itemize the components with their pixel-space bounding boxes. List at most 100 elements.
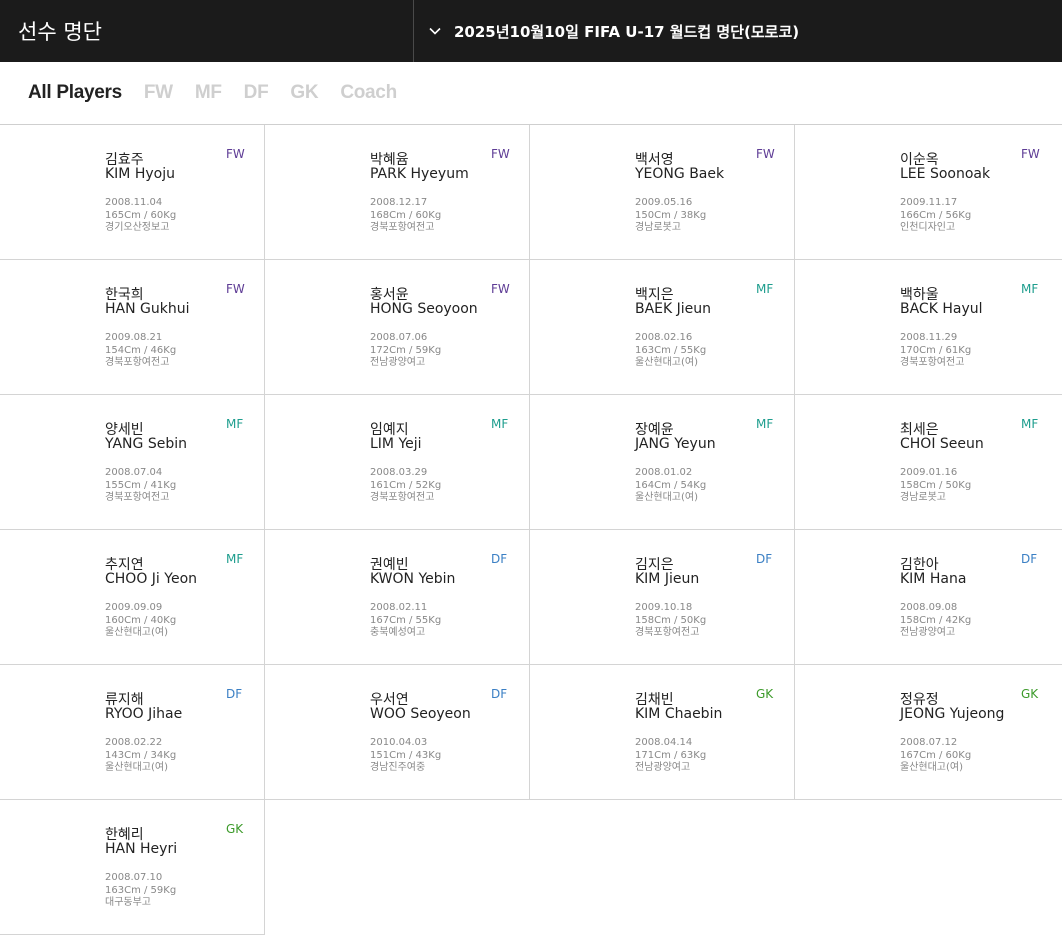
player-position-badge: DF [756,552,773,566]
player-birthdate: 2008.07.06 [370,332,428,343]
position-filter-tabs: All Players FW MF DF GK Coach [0,62,1062,125]
player-card[interactable]: 백하울 BACK Hayul MF 2008.11.29 170Cm / 61Kg 경북포… [795,260,1062,395]
player-height-weight: 161Cm / 52Kg [370,479,442,491]
page-title: 선수 명단 [0,0,414,62]
player-team: 경남로봇고 [635,222,681,233]
player-birthdate: 2008.12.17 [370,197,428,208]
player-english-name: JEONG Yujeong [900,706,1005,722]
player-position-badge: MF [1021,417,1039,431]
player-card[interactable]: 김채빈 KIM Chaebin GK 2008.04.14 171Cm / 63Kg 전남… [530,665,795,800]
player-position-badge: FW [491,147,510,161]
player-birthdate: 2009.09.09 [105,602,163,613]
player-team: 인천디자인고 [900,222,956,233]
player-english-name: KWON Yebin [370,571,456,587]
player-birthdate: 2008.07.04 [105,467,163,478]
player-meta: 2008.07.12 167Cm / 60Kg 울산현대고(여) [900,737,971,775]
player-birthdate: 2009.01.16 [900,467,958,478]
player-team: 경남진주여중 [370,762,426,773]
player-height-weight: 163Cm / 55Kg [635,344,707,356]
player-card[interactable]: 박혜윰 PARK Hyeyum FW 2008.12.17 168Cm / 60Kg 경북… [265,125,530,260]
player-card[interactable]: 백지은 BAEK Jieun MF 2008.02.16 163Cm / 55Kg 울산현… [530,260,795,395]
player-english-name: RYOO Jihae [105,706,183,722]
player-english-name: KIM Hyoju [105,166,175,182]
player-team: 경북포항여전고 [900,357,965,368]
player-birthdate: 2009.10.18 [635,602,693,613]
player-meta: 2010.04.03 151Cm / 43Kg 경남진주여중 [370,737,441,775]
player-height-weight: 151Cm / 43Kg [370,749,442,761]
player-birthdate: 2008.07.12 [900,737,958,748]
player-english-name: HAN Gukhui [105,301,190,317]
player-card[interactable]: 류지해 RYOO Jihae DF 2008.02.22 143Cm / 34Kg 울산현… [0,665,265,800]
player-meta: 2008.01.02 164Cm / 54Kg 울산현대고(여) [635,467,706,505]
page-header: 선수 명단 2025년10월10일 FIFA U-17 월드컵 명단(모로코) [0,0,1062,62]
player-birthdate: 2009.11.17 [900,197,958,208]
player-english-name: YANG Sebin [105,436,187,452]
player-card[interactable]: 우서연 WOO Seoyeon DF 2010.04.03 151Cm / 43Kg 경남… [265,665,530,800]
player-english-name: HAN Heyri [105,841,178,857]
player-card[interactable]: 정유정 JEONG Yujeong GK 2008.07.12 167Cm / 60Kg… [795,665,1062,800]
player-team: 울산현대고(여) [105,627,169,638]
player-position-badge: DF [1021,552,1038,566]
player-position-badge: DF [491,687,508,701]
player-birthdate: 2009.05.16 [635,197,693,208]
player-meta: 2008.09.08 158Cm / 42Kg 전남광양여고 [900,602,971,640]
player-meta: 2008.03.29 161Cm / 52Kg 경북포항여전고 [370,467,441,505]
player-team: 경기오산정보고 [105,222,170,233]
player-meta: 2008.07.06 172Cm / 59Kg 전남광양여고 [370,332,441,370]
player-english-name: BACK Hayul [900,301,983,317]
player-birthdate: 2008.02.16 [635,332,693,343]
player-card[interactable]: 장예윤 JANG Yeyun MF 2008.01.02 164Cm / 54Kg 울산현… [530,395,795,530]
player-card[interactable]: 이순옥 LEE Soonoak FW 2009.11.17 166Cm / 56Kg 인천… [795,125,1062,260]
player-team: 전남광양여고 [370,357,426,368]
player-team: 경남로봇고 [900,492,946,503]
tab-coach[interactable]: Coach [340,82,397,104]
player-position-badge: MF [756,282,774,296]
tab-mf[interactable]: MF [195,82,222,104]
roster-selector-label: 2025년10월10일 FIFA U-17 월드컵 명단(모로코) [454,22,800,41]
player-position-badge: MF [226,552,244,566]
player-height-weight: 143Cm / 34Kg [105,749,177,761]
player-position-badge: GK [756,687,774,701]
player-position-badge: FW [491,282,510,296]
roster-selector-dropdown[interactable]: 2025년10월10일 FIFA U-17 월드컵 명단(모로코) [414,0,1062,62]
player-meta: 2008.07.10 163Cm / 59Kg 대구동부고 [105,872,176,910]
player-card[interactable]: 한국희 HAN Gukhui FW 2009.08.21 154Cm / 46Kg 경북포… [0,260,265,395]
player-card[interactable]: 김지은 KIM Jieun DF 2009.10.18 158Cm / 50Kg 경북포항… [530,530,795,665]
player-card[interactable]: 백서영 YEONG Baek FW 2009.05.16 150Cm / 38Kg 경남로… [530,125,795,260]
player-height-weight: 158Cm / 50Kg [635,614,707,626]
player-birthdate: 2008.01.02 [635,467,693,478]
player-card[interactable]: 김효주 KIM Hyoju FW 2008.11.04 165Cm / 60Kg 경기오산… [0,125,265,260]
player-card[interactable]: 한혜리 HAN Heyri GK 2008.07.10 163Cm / 59Kg 대구동부… [0,800,265,935]
tab-fw[interactable]: FW [144,82,173,104]
player-height-weight: 166Cm / 56Kg [900,209,972,221]
player-card[interactable]: 양세빈 YANG Sebin MF 2008.07.04 155Cm / 41Kg 경북포… [0,395,265,530]
player-meta: 2009.10.18 158Cm / 50Kg 경북포항여전고 [635,602,706,640]
player-english-name: CHOI Seeun [900,436,984,452]
player-height-weight: 164Cm / 54Kg [635,479,707,491]
chevron-down-icon [428,22,446,40]
tab-gk[interactable]: GK [290,82,318,104]
player-height-weight: 165Cm / 60Kg [105,209,177,221]
player-english-name: LIM Yeji [370,436,422,452]
player-height-weight: 168Cm / 60Kg [370,209,442,221]
player-height-weight: 167Cm / 55Kg [370,614,442,626]
player-position-badge: GK [1021,687,1039,701]
player-card[interactable]: 홍서윤 HONG Seoyoon FW 2008.07.06 172Cm / 59Kg 전… [265,260,530,395]
player-card[interactable]: 임예지 LIM Yeji MF 2008.03.29 161Cm / 52Kg 경북포항여… [265,395,530,530]
player-meta: 2009.08.21 154Cm / 46Kg 경북포항여전고 [105,332,176,370]
player-english-name: KIM Jieun [635,571,700,587]
player-position-badge: DF [491,552,508,566]
tab-all-players[interactable]: All Players [28,82,122,104]
player-meta: 2009.11.17 166Cm / 56Kg 인천디자인고 [900,197,971,235]
player-position-badge: MF [756,417,774,431]
player-card[interactable]: 최세은 CHOI Seeun MF 2009.01.16 158Cm / 50Kg 경남로… [795,395,1062,530]
player-card[interactable]: 김한아 KIM Hana DF 2008.09.08 158Cm / 42Kg 전남광양여… [795,530,1062,665]
player-english-name: WOO Seoyeon [370,706,471,722]
player-card[interactable]: 추지연 CHOO Ji Yeon MF 2009.09.09 160Cm / 40Kg 울… [0,530,265,665]
player-card[interactable]: 권예빈 KWON Yebin DF 2008.02.11 167Cm / 55Kg 충북예… [265,530,530,665]
player-position-badge: DF [226,687,243,701]
tab-df[interactable]: DF [244,82,269,104]
player-meta: 2008.07.04 155Cm / 41Kg 경북포항여전고 [105,467,176,505]
player-english-name: LEE Soonoak [900,166,991,182]
player-birthdate: 2008.11.04 [105,197,163,208]
